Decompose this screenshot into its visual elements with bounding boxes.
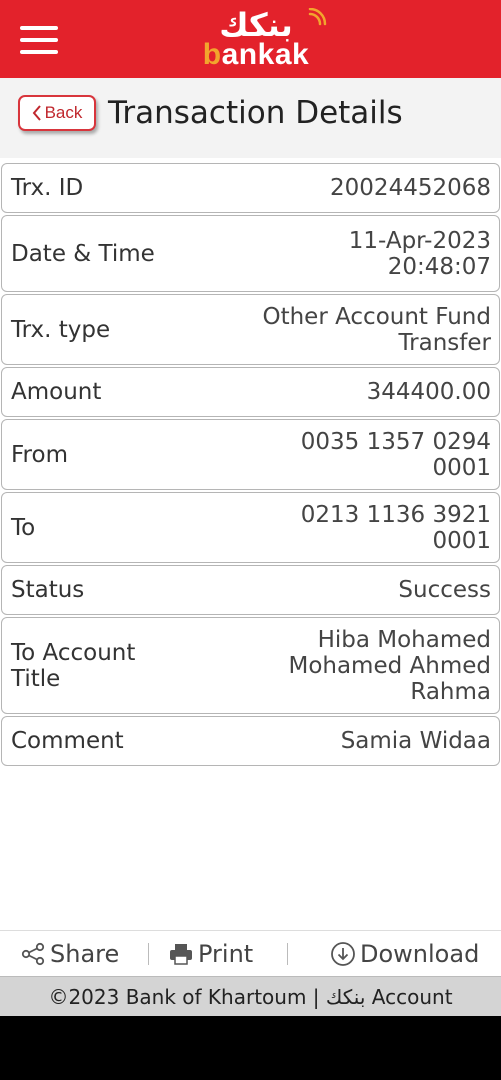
detail-label: Date & Time [11, 240, 155, 267]
detail-value: 344400.00 [366, 379, 491, 405]
detail-label: Trx. type [11, 316, 111, 343]
detail-label: Comment [11, 728, 124, 754]
detail-value: 0213 1136 3921 0001 [300, 501, 491, 554]
detail-value: Hiba Mohamed Mohamed Ahmed Rahma [288, 626, 491, 705]
detail-row-to: To 0213 1136 3921 0001 [1, 492, 500, 563]
detail-label: Trx. ID [11, 175, 84, 201]
back-button[interactable]: Back [18, 95, 96, 131]
detail-row-date-time: Date & Time 11-Apr-2023 20:48:07 [1, 215, 500, 292]
system-nav-area [0, 1016, 501, 1080]
detail-value: Samia Widaa [340, 728, 491, 754]
detail-row-trx-type: Trx. type Other Account Fund Transfer [1, 294, 500, 365]
divider [148, 943, 149, 965]
detail-label: To Account Title [11, 639, 136, 692]
detail-row-amount: Amount 344400.00 [1, 367, 500, 417]
signal-icon [308, 8, 327, 26]
share-label: Share [50, 940, 120, 968]
printer-icon [170, 944, 192, 965]
download-label: Download [360, 940, 480, 968]
download-icon [331, 942, 355, 966]
detail-row-trx-id: Trx. ID 20024452068 [1, 163, 500, 213]
footer-copyright: ©2023 Bank of Khartoum | بنكك Account [0, 976, 501, 1016]
detail-label: From [11, 441, 68, 468]
logo-latin-text: bankak [202, 38, 310, 71]
print-label: Print [198, 940, 254, 968]
page-title: Transaction Details [108, 95, 403, 131]
detail-label: Amount [11, 379, 102, 405]
back-button-label: Back [44, 103, 83, 122]
transaction-details-list: Trx. ID 20024452068 Date & Time 11-Apr-2… [1, 163, 500, 768]
detail-value: Other Account Fund Transfer [262, 303, 491, 356]
chevron-left-icon [32, 105, 41, 121]
detail-value: Success [398, 577, 491, 603]
divider [287, 943, 288, 965]
detail-label: To [11, 514, 36, 541]
detail-value: 0035 1357 0294 0001 [300, 428, 491, 481]
detail-label: Status [11, 577, 85, 603]
detail-row-to-account-title: To Account Title Hiba Mohamed Mohamed Ahme… [1, 617, 500, 714]
action-bar: Share Print Download [0, 930, 501, 976]
detail-row-from: From 0035 1357 0294 0001 [1, 419, 500, 490]
app-header: بنكك bankak [0, 0, 501, 78]
print-button[interactable]: Print [168, 935, 253, 973]
detail-row-status: Status Success [1, 565, 500, 615]
download-button[interactable]: Download [330, 935, 479, 973]
detail-value: 20024452068 [330, 175, 491, 201]
menu-icon[interactable] [20, 26, 60, 54]
detail-value: 11-Apr-2023 20:48:07 [348, 227, 491, 280]
share-button[interactable]: Share [20, 935, 119, 973]
detail-row-comment: Comment Samia Widaa [1, 716, 500, 766]
bankak-logo: بنكك bankak [190, 6, 330, 72]
share-icon [21, 942, 45, 966]
